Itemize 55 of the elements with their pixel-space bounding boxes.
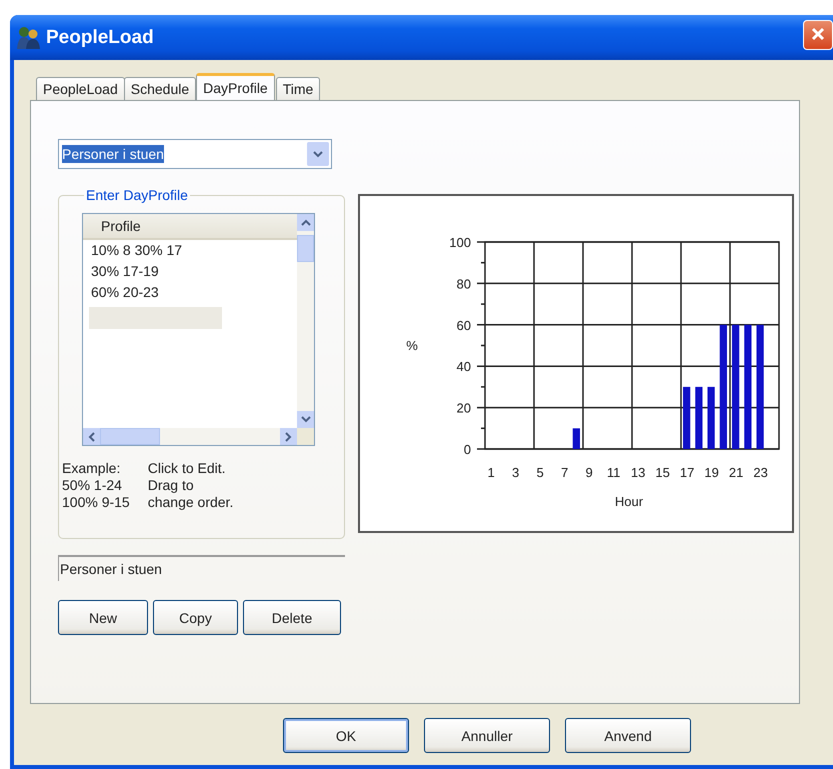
x-tick-label: 9 bbox=[586, 465, 593, 480]
y-tick-label: 0 bbox=[464, 442, 471, 457]
profile-list[interactable]: Profile 10% 8 30% 17 30% 17-19 60% 20-23 bbox=[82, 213, 315, 446]
y-tick-label: 80 bbox=[456, 276, 471, 292]
chevron-left-icon bbox=[88, 432, 95, 442]
empty-row[interactable] bbox=[89, 307, 222, 329]
profile-button[interactable]: Copy bbox=[153, 600, 238, 635]
name-field[interactable]: Personer i stuen bbox=[58, 555, 345, 581]
x-tick-label: 21 bbox=[728, 465, 744, 480]
dialog-button[interactable]: Anvend bbox=[565, 718, 691, 753]
dialog-button[interactable]: Annuller bbox=[424, 718, 550, 753]
group-title: Enter DayProfile bbox=[85, 187, 189, 203]
hint-text: Click to Edit. Drag to change order. bbox=[148, 460, 234, 511]
close-button[interactable] bbox=[803, 20, 833, 50]
chevron-down-icon bbox=[313, 150, 323, 158]
list-item[interactable]: 10% 8 30% 17 bbox=[83, 240, 297, 261]
column-header[interactable]: Profile bbox=[83, 214, 297, 240]
x-tick-label: 5 bbox=[536, 465, 544, 480]
x-tick-label: 15 bbox=[655, 465, 670, 480]
chevron-up-icon bbox=[300, 219, 310, 226]
x-tick-label: 19 bbox=[704, 465, 719, 480]
list-item[interactable]: 30% 17-19 bbox=[83, 261, 297, 282]
x-tick-label: 13 bbox=[630, 465, 646, 480]
horizontal-scrollbar[interactable] bbox=[83, 428, 297, 445]
chevron-right-icon bbox=[285, 432, 292, 442]
y-tick-label: 40 bbox=[456, 359, 471, 374]
profile-button[interactable]: New bbox=[58, 600, 148, 635]
chevron-down-icon bbox=[300, 416, 310, 423]
tab[interactable]: DayProfile bbox=[196, 73, 275, 100]
vertical-scrollbar[interactable] bbox=[297, 214, 314, 428]
dialog-button[interactable]: OK bbox=[283, 718, 409, 753]
scroll-thumb[interactable] bbox=[297, 235, 314, 262]
x-tick-label: 7 bbox=[561, 465, 568, 480]
list-item[interactable]: 60% 20-23 bbox=[83, 282, 297, 303]
y-tick-label: 100 bbox=[449, 235, 471, 250]
x-axis-label: Hour bbox=[614, 494, 644, 509]
x-tick-label: 1 bbox=[488, 465, 495, 480]
y-tick-label: 60 bbox=[456, 318, 471, 333]
close-icon bbox=[810, 26, 826, 42]
scrollbar-corner bbox=[297, 428, 314, 445]
tab[interactable]: PeopleLoad bbox=[36, 77, 125, 100]
profile-button[interactable]: Delete bbox=[243, 600, 341, 635]
window-title: PeopleLoad bbox=[46, 26, 154, 48]
x-tick-label: 11 bbox=[606, 465, 620, 480]
tab[interactable]: Time bbox=[276, 77, 320, 100]
profile-dropdown[interactable]: Personer i stuen bbox=[58, 139, 332, 169]
x-tick-label: 17 bbox=[680, 465, 694, 480]
y-axis-label: % bbox=[406, 338, 418, 353]
tab[interactable]: Schedule bbox=[124, 77, 196, 100]
people-icon bbox=[16, 26, 42, 50]
scroll-thumb[interactable] bbox=[100, 428, 160, 445]
example-text: Example: 50% 1-24 100% 9-15 bbox=[62, 460, 130, 511]
x-tick-label: 23 bbox=[753, 465, 768, 480]
x-tick-label: 3 bbox=[512, 465, 520, 480]
y-tick-label: 20 bbox=[456, 400, 471, 416]
